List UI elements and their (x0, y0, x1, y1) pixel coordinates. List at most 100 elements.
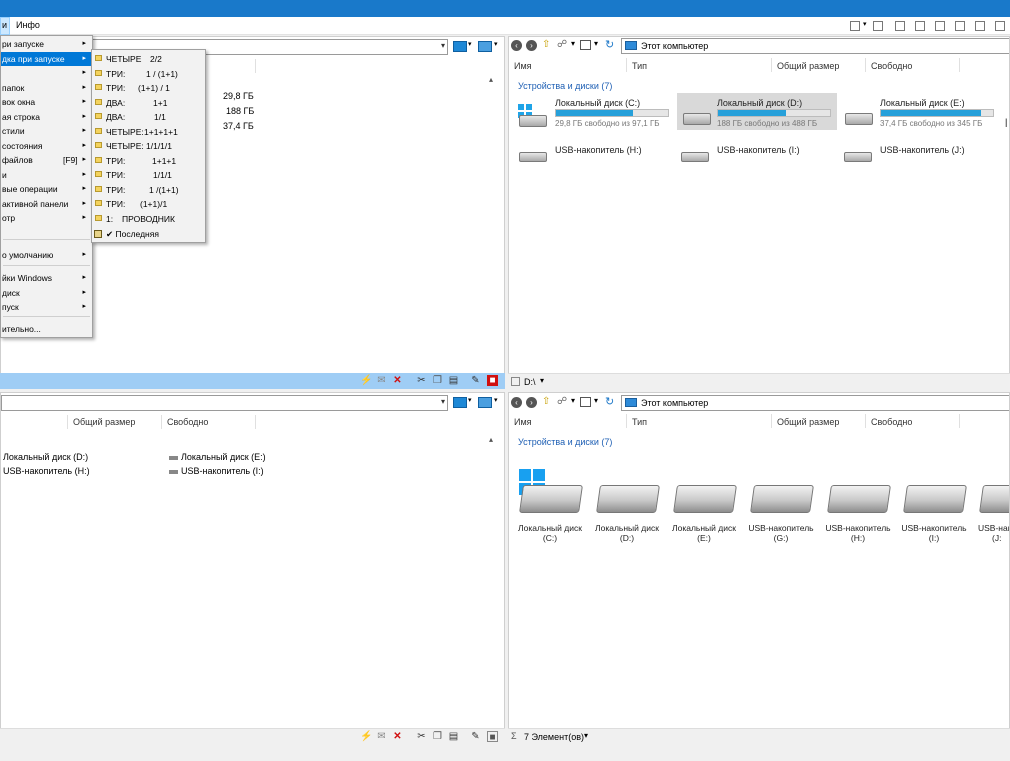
usb-name[interactable]: USB-накопитель (H:) (555, 145, 642, 155)
chevron-down-icon[interactable]: ▾ (468, 40, 472, 48)
group-header[interactable]: Устройства и диски (7) (518, 81, 612, 91)
menu-item-info[interactable]: Инфо (16, 20, 40, 30)
submenu-item[interactable]: ЧЕТЫРЕ: 1/1/1/1 (92, 139, 205, 153)
list-item[interactable]: Локальный диск (E:) (181, 452, 266, 462)
close-pane-icon[interactable]: ■ (487, 375, 498, 386)
menu-item[interactable]: ▸ (1, 66, 92, 80)
paste-icon[interactable]: ▤ (448, 731, 459, 742)
layout-icon[interactable] (895, 21, 905, 31)
view-mode-icon[interactable] (453, 397, 467, 408)
address-bar[interactable]: Этот компьютер (621, 38, 1009, 54)
paste-icon[interactable]: ▤ (448, 375, 459, 386)
usb-name[interactable]: USB-накопитель (J:) (880, 145, 965, 155)
refresh-icon[interactable]: ↻ (605, 395, 614, 408)
submenu-item[interactable]: ТРИ: (1+1) / 1 (92, 81, 205, 95)
up-folder-icon[interactable]: ⇧ (542, 39, 550, 50)
column-header-type[interactable]: Тип (632, 61, 647, 71)
menu-item[interactable]: о умолчанию ▸ (1, 248, 92, 262)
tile-label[interactable]: Локальный диск (D:) (591, 523, 663, 543)
column-header-total[interactable]: Общий размер (73, 417, 135, 427)
group-header[interactable]: Устройства и диски (7) (518, 437, 612, 447)
lightning-icon[interactable]: ⚡ (360, 731, 372, 742)
list-item[interactable]: Локальный диск (D:) (3, 452, 88, 462)
up-folder-icon[interactable]: ⇧ (542, 396, 550, 407)
collapse-icon[interactable]: ▴ (489, 435, 493, 444)
submenu-item[interactable]: ТРИ: 1/1/1 (92, 168, 205, 182)
tile-label[interactable]: USB-накопи(J: (978, 523, 1009, 543)
view-mode-icon[interactable] (478, 41, 492, 52)
column-header-name[interactable]: Имя (514, 417, 532, 427)
tile-label[interactable]: Локальный диск (C:) (514, 523, 586, 543)
list-item[interactable]: USB-накопитель (I:) (181, 466, 264, 476)
column-header-free[interactable]: Свободно (167, 417, 208, 427)
collapse-icon[interactable]: ▴ (489, 75, 493, 84)
address-bar[interactable]: Этот компьютер (621, 395, 1009, 411)
column-header-total[interactable]: Общий размер (777, 61, 839, 71)
mail-icon[interactable]: ✉ (376, 731, 387, 742)
submenu-item[interactable]: ТРИ: 1 / (1+1) (92, 67, 205, 81)
menu-item[interactable]: состояния ▸ (1, 139, 92, 153)
view-icon[interactable] (580, 40, 591, 50)
cut-icon[interactable]: ✂ (416, 731, 427, 742)
chevron-down-icon[interactable]: ▾ (494, 40, 498, 48)
submenu-item-last[interactable]: ✔ Последняя (92, 227, 205, 241)
layout-icon[interactable] (850, 21, 860, 31)
address-bar[interactable]: ▾ (1, 395, 448, 411)
submenu-item[interactable]: 1: ПРОВОДНИК (92, 212, 205, 226)
usb-name[interactable]: USB-накопитель (I:) (717, 145, 800, 155)
copy-icon[interactable]: ❐ (432, 731, 443, 742)
tile-label[interactable]: USB-накопитель (I:) (898, 523, 970, 543)
menu-item[interactable]: ри запуске ▸ (1, 37, 92, 51)
chevron-down-icon[interactable]: ▾ (468, 396, 472, 404)
lightning-icon[interactable]: ⚡ (360, 375, 372, 386)
layout-icon[interactable] (935, 21, 945, 31)
chevron-down-icon[interactable]: ▾ (441, 397, 445, 406)
layout-icon[interactable] (975, 21, 985, 31)
chevron-down-icon[interactable]: ▾ (863, 20, 867, 28)
menu-item-startup-layout[interactable]: дка при запуске ▸ (1, 52, 92, 66)
view-icon[interactable] (580, 397, 591, 407)
submenu-item[interactable]: ДВА: 1+1 (92, 96, 205, 110)
chevron-down-icon[interactable]: ▾ (540, 376, 544, 385)
layout-icon[interactable] (873, 21, 883, 31)
menu-item[interactable]: файлов [F9] ▸ (1, 153, 92, 167)
item-count[interactable]: 7 Элемент(ов) (524, 732, 584, 742)
menu-item[interactable]: папок ▸ (1, 81, 92, 95)
layout-icon[interactable] (995, 21, 1005, 31)
menu-item[interactable]: и ▸ (1, 168, 92, 182)
chevron-down-icon[interactable]: ▾ (441, 41, 445, 50)
menu-item[interactable]: стили ▸ (1, 124, 92, 138)
chevron-down-icon[interactable]: ▾ (494, 396, 498, 404)
column-header-free[interactable]: Свободно (871, 61, 912, 71)
menu-item-active[interactable]: и (0, 17, 10, 35)
copy-icon[interactable]: ❐ (432, 375, 443, 386)
chevron-down-icon[interactable]: ▾ (594, 39, 598, 48)
rename-icon[interactable]: ✎ (470, 731, 481, 742)
submenu-item[interactable]: ТРИ: 1+1+1 (92, 154, 205, 168)
menu-item[interactable]: диск ▸ (1, 286, 92, 300)
chevron-down-icon[interactable]: ▾ (571, 39, 575, 48)
column-header-total[interactable]: Общий размер (777, 417, 839, 427)
submenu-item[interactable]: ЧЕТЫРЕ 2/2 (92, 52, 205, 66)
tile-label[interactable]: USB-накопитель (G:) (745, 523, 817, 543)
layout-icon[interactable] (955, 21, 965, 31)
back-icon[interactable]: ‹ (511, 40, 522, 51)
column-header-name[interactable]: Имя (514, 61, 532, 71)
chevron-down-icon[interactable]: ▾ (594, 396, 598, 405)
column-header-type[interactable]: Тип (632, 417, 647, 427)
menu-item[interactable]: ая строка ▸ (1, 110, 92, 124)
forward-icon[interactable]: › (526, 397, 537, 408)
close-pane-icon[interactable]: ■ (487, 731, 498, 743)
tile-label[interactable]: USB-накопитель (H:) (822, 523, 894, 543)
layout-icon[interactable] (915, 21, 925, 31)
list-item[interactable]: USB-накопитель (H:) (3, 466, 90, 476)
menu-item[interactable]: активной панели ▸ (1, 197, 92, 211)
submenu-item[interactable]: ЧЕТЫРЕ: 1+1+1+1 (92, 125, 205, 139)
view-mode-icon[interactable] (478, 397, 492, 408)
submenu-item[interactable]: ДВА: 1/1 (92, 110, 205, 124)
bookmark-icon[interactable]: ☍ (557, 39, 567, 50)
drive-name[interactable]: Локальный диск (D:) (717, 98, 802, 108)
view-mode-icon[interactable] (453, 41, 467, 52)
forward-icon[interactable]: › (526, 40, 537, 51)
delete-icon[interactable]: ✕ (392, 731, 403, 742)
